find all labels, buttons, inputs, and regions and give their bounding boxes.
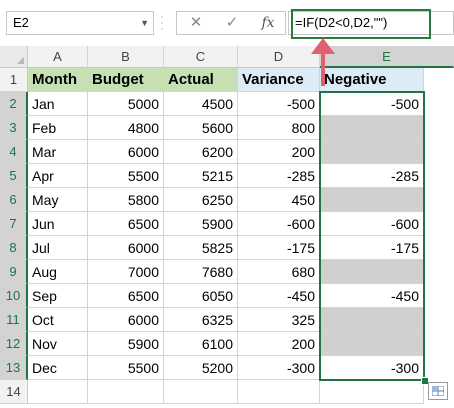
row-header-11[interactable]: 11	[0, 308, 28, 332]
variance-cell[interactable]: 800	[238, 116, 320, 140]
row-header-2[interactable]: 2	[0, 92, 28, 116]
variance-cell[interactable]: 450	[238, 188, 320, 212]
header-cell-actual[interactable]: Actual	[164, 68, 238, 92]
row-header-14[interactable]: 14	[0, 380, 28, 404]
row-header-7[interactable]: 7	[0, 212, 28, 236]
row-header-10[interactable]: 10	[0, 284, 28, 308]
insert-function-icon[interactable]: fx	[253, 12, 283, 34]
row-header-1[interactable]: 1	[0, 68, 28, 92]
empty-cell[interactable]	[238, 380, 320, 404]
variance-cell[interactable]: -300	[238, 356, 320, 380]
row-header-12[interactable]: 12	[0, 332, 28, 356]
variance-cell[interactable]: 200	[238, 140, 320, 164]
select-all-icon	[17, 57, 24, 64]
actual-cell[interactable]: 6200	[164, 140, 238, 164]
budget-cell[interactable]: 6000	[88, 140, 164, 164]
chevron-down-icon[interactable]: ▼	[140, 12, 149, 34]
column-header-c[interactable]: C	[164, 46, 238, 68]
row-header-4[interactable]: 4	[0, 140, 28, 164]
budget-cell[interactable]: 5800	[88, 188, 164, 212]
header-cell-negative[interactable]: Negative	[320, 68, 424, 92]
column-header-d[interactable]: D	[238, 46, 320, 68]
empty-cell[interactable]	[164, 380, 238, 404]
empty-cell[interactable]	[28, 380, 88, 404]
budget-cell[interactable]: 6000	[88, 236, 164, 260]
budget-cell[interactable]: 5000	[88, 92, 164, 116]
month-cell[interactable]: Apr	[28, 164, 88, 188]
variance-cell[interactable]: -175	[238, 236, 320, 260]
row-header-8[interactable]: 8	[0, 236, 28, 260]
name-box-value: E2	[13, 15, 29, 30]
budget-cell[interactable]: 6000	[88, 308, 164, 332]
budget-cell[interactable]: 6500	[88, 284, 164, 308]
actual-cell[interactable]: 5600	[164, 116, 238, 140]
month-cell[interactable]: Sep	[28, 284, 88, 308]
selection-range	[319, 91, 425, 381]
month-cell[interactable]: Aug	[28, 260, 88, 284]
row-header-6[interactable]: 6	[0, 188, 28, 212]
month-cell[interactable]: Jan	[28, 92, 88, 116]
actual-cell[interactable]: 5215	[164, 164, 238, 188]
budget-cell[interactable]: 4800	[88, 116, 164, 140]
empty-cell[interactable]	[320, 380, 424, 404]
column-header-a[interactable]: A	[28, 46, 88, 68]
row-header-9[interactable]: 9	[0, 260, 28, 284]
quick-analysis-icon	[432, 386, 444, 396]
cancel-icon[interactable]: ✕	[181, 12, 211, 34]
column-header-e[interactable]: E	[320, 46, 454, 68]
actual-cell[interactable]: 5825	[164, 236, 238, 260]
variance-cell[interactable]: -450	[238, 284, 320, 308]
header-cell-variance[interactable]: Variance	[238, 68, 320, 92]
variance-cell[interactable]: 200	[238, 332, 320, 356]
empty-cell[interactable]	[88, 380, 164, 404]
actual-cell[interactable]: 6100	[164, 332, 238, 356]
month-cell[interactable]: Mar	[28, 140, 88, 164]
formula-bar: E2 ▼ · · · ✕ ✓ fx =IF(D2<0,D2,"")	[0, 0, 454, 46]
budget-cell[interactable]: 5500	[88, 164, 164, 188]
actual-cell[interactable]: 4500	[164, 92, 238, 116]
month-cell[interactable]: Feb	[28, 116, 88, 140]
quick-analysis-button[interactable]	[428, 382, 448, 400]
enter-icon[interactable]: ✓	[217, 12, 247, 34]
variance-cell[interactable]: -500	[238, 92, 320, 116]
formula-bar-buttons: ✕ ✓ fx	[176, 11, 286, 35]
budget-cell[interactable]: 6500	[88, 212, 164, 236]
budget-cell[interactable]: 5900	[88, 332, 164, 356]
select-all-corner[interactable]	[0, 46, 28, 68]
budget-cell[interactable]: 7000	[88, 260, 164, 284]
month-cell[interactable]: May	[28, 188, 88, 212]
header-cell-month[interactable]: Month	[28, 68, 88, 92]
column-header-b[interactable]: B	[88, 46, 164, 68]
row-header-5[interactable]: 5	[0, 164, 28, 188]
variance-cell[interactable]: 680	[238, 260, 320, 284]
row-header-13[interactable]: 13	[0, 356, 28, 380]
actual-cell[interactable]: 6050	[164, 284, 238, 308]
row-header-3[interactable]: 3	[0, 116, 28, 140]
month-cell[interactable]: Oct	[28, 308, 88, 332]
formula-bar-grip[interactable]: · · ·	[160, 12, 164, 35]
actual-cell[interactable]: 6325	[164, 308, 238, 332]
month-cell[interactable]: Jul	[28, 236, 88, 260]
variance-cell[interactable]: -285	[238, 164, 320, 188]
variance-cell[interactable]: 325	[238, 308, 320, 332]
budget-cell[interactable]: 5500	[88, 356, 164, 380]
name-box[interactable]: E2 ▼	[6, 11, 154, 35]
month-cell[interactable]: Jun	[28, 212, 88, 236]
actual-cell[interactable]: 5200	[164, 356, 238, 380]
header-cell-budget[interactable]: Budget	[88, 68, 164, 92]
variance-cell[interactable]: -600	[238, 212, 320, 236]
month-cell[interactable]: Dec	[28, 356, 88, 380]
actual-cell[interactable]: 6250	[164, 188, 238, 212]
actual-cell[interactable]: 5900	[164, 212, 238, 236]
formula-highlight-box	[291, 9, 431, 39]
month-cell[interactable]: Nov	[28, 332, 88, 356]
actual-cell[interactable]: 7680	[164, 260, 238, 284]
